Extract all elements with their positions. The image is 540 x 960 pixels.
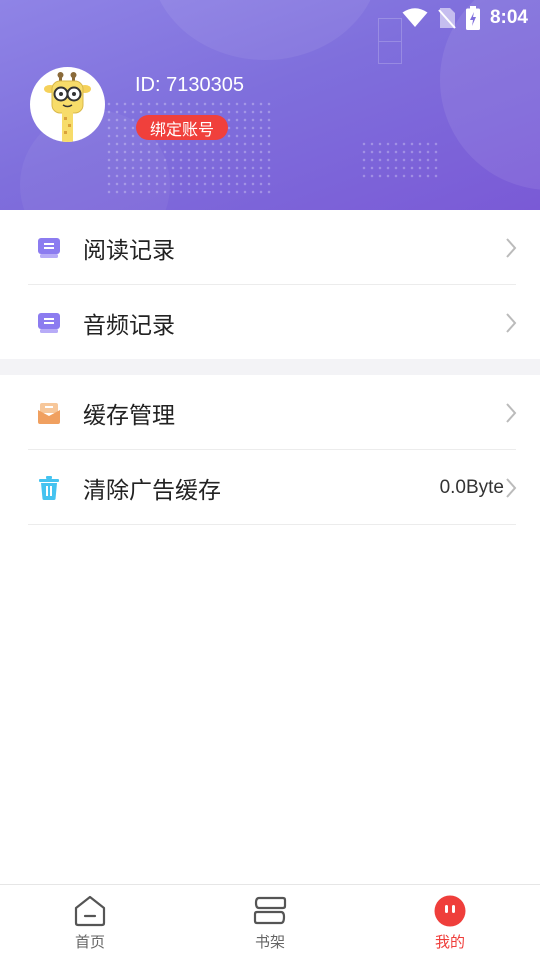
menu-item-label: 音频记录 (83, 312, 175, 339)
nav-item-mine[interactable]: 我的 (360, 885, 540, 960)
home-icon (74, 895, 106, 927)
chevron-right-icon (506, 478, 517, 498)
nav-item-bookshelf[interactable]: 书架 (180, 885, 360, 960)
nav-item-home[interactable]: 首页 (0, 885, 180, 960)
menu-group-cache: 缓存管理 清除广告缓存 0.0Byte (0, 375, 540, 525)
status-bar: 8:04 (340, 0, 540, 36)
divider (28, 524, 516, 525)
trash-icon (36, 475, 62, 501)
battery-charging-icon (465, 6, 480, 30)
giraffe-avatar-icon (44, 72, 91, 142)
nav-label: 我的 (434, 933, 465, 951)
wifi-icon (402, 8, 428, 28)
menu-item-label: 阅读记录 (83, 237, 175, 264)
status-time: 8:04 (489, 7, 528, 28)
cache-size-value: 0.0Byte (439, 476, 504, 498)
bottom-nav: 首页 书架 我的 (0, 884, 540, 960)
audio-record-icon (36, 310, 62, 336)
chevron-right-icon (506, 403, 517, 423)
avatar[interactable] (30, 67, 105, 142)
chevron-right-icon (506, 238, 517, 258)
chevron-right-icon (506, 313, 517, 333)
profile-header: 8:04 ID: 7130305 绑定账号 (0, 0, 540, 210)
menu-group-records: 阅读记录 音频记录 (0, 210, 540, 360)
user-id: ID: 7130305 (135, 74, 244, 96)
nav-label: 首页 (74, 933, 105, 951)
profile-face-icon (434, 895, 466, 927)
menu-item-cache-manage[interactable]: 缓存管理 (0, 375, 540, 450)
reading-record-icon (36, 235, 62, 261)
bookshelf-icon (253, 896, 287, 925)
bind-account-button[interactable]: 绑定账号 (136, 115, 229, 140)
section-separator (0, 359, 540, 375)
nav-label: 书架 (254, 933, 285, 951)
menu-item-reading-record[interactable]: 阅读记录 (0, 210, 540, 285)
menu-item-audio-record[interactable]: 音频记录 (0, 285, 540, 360)
menu-item-label: 缓存管理 (83, 402, 175, 429)
menu-item-clear-ad-cache[interactable]: 清除广告缓存 0.0Byte (0, 450, 540, 525)
cache-manage-icon (36, 400, 62, 426)
menu-item-label: 清除广告缓存 (83, 477, 221, 504)
no-sim-icon (438, 7, 456, 29)
header-dot-pattern (360, 140, 440, 180)
